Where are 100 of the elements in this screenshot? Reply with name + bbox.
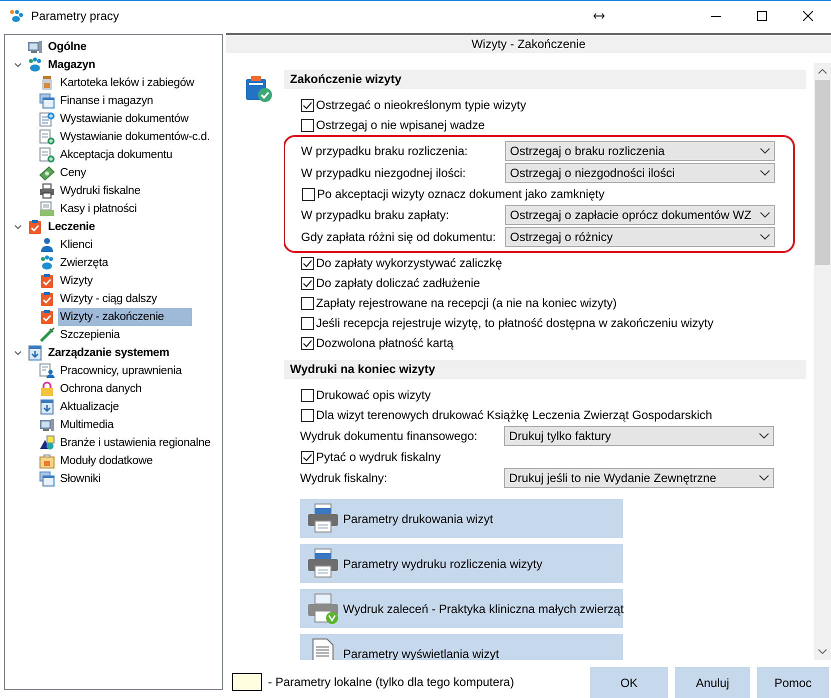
tree-item[interactable]: Wizyty - ciąg dalszy [58,290,159,308]
field-label: W przypadku braku rozliczenia: [301,143,469,160]
printer-check-icon [307,592,339,624]
tree-item[interactable]: Klienci [58,236,94,254]
chevron-down-icon [759,433,769,439]
windows-icon [39,93,55,109]
checkbox-label: Jeśli recepcja rejestruje wizytę, to płatność dostępna w zakończeniu wizyty [316,315,714,332]
chevron-down-icon [760,148,770,154]
tree-item[interactable]: Słowniki [58,470,103,488]
dropdown[interactable]: Ostrzegaj o niezgodności ilości [505,163,775,183]
tree-item[interactable]: Wizyty [58,272,95,290]
chevron-down-icon[interactable] [14,349,22,357]
checkbox-label: Pytać o wydruk fiskalny [316,449,441,466]
page-title-bar: Wizyty - Zakończenie [226,33,831,53]
action-button[interactable]: Wydruk zaleceń - Praktyka kliniczna małych zwierząt [300,589,623,628]
printer-icon [307,502,339,534]
document-plus-icon [39,147,55,163]
person-icon [39,237,55,253]
chevron-down-icon[interactable] [14,61,22,69]
tree-item[interactable]: Magazyn [46,56,98,74]
tree-item[interactable]: Kartoteka leków i zabiegów [58,74,196,92]
tree-item[interactable]: Aktualizacje [58,398,121,416]
monitor-icon [39,417,55,433]
tree-item[interactable]: Multimedia [58,416,116,434]
tree-item[interactable]: Wystawianie dokumentów-c.d. [58,128,212,146]
checkbox[interactable] [301,118,314,132]
checkbox-label: Do zapłaty doliczać zadłużenie [316,275,480,292]
checkbox[interactable] [301,316,314,330]
dropdown[interactable]: Ostrzegaj o różnicy [505,227,775,247]
checkbox-label: Drukować opis wizyty [316,387,431,404]
window-title: Parametry pracy [31,8,120,25]
field-label: W przypadku braku zapłaty: [301,207,450,224]
scroll-down-icon [818,649,827,654]
clipboard-check-icon [39,291,55,307]
section-header: Wydruki na koniec wizyty [284,360,806,379]
resize-icon [593,12,605,20]
field-label: W przypadku niezgodnej ilości: [301,165,467,182]
field-label: Wydruk fiskalny: [300,470,388,487]
paw-icon [8,9,24,23]
tree-item[interactable]: Akceptacja dokumentu [58,146,174,164]
checkbox[interactable] [301,408,314,422]
dropdown[interactable]: Ostrzegaj o braku rozliczenia [505,141,775,161]
checkbox-label: Dozwolona płatność kartą [316,335,454,352]
user-document-icon [39,363,55,379]
clipboard-check-icon [27,219,43,235]
lock-icon [39,381,55,397]
checkbox[interactable] [301,98,314,112]
package-icon [39,453,55,469]
field-label: Wydruk dokumentu finansowego: [300,428,478,445]
chevron-down-icon [760,212,770,218]
checkbox[interactable] [301,450,314,464]
tree-item[interactable]: Ceny [58,164,88,182]
windows-icon [39,471,55,487]
download-window-icon [39,399,55,415]
field-label: Gdy zapłata różni się od dokumentu: [301,229,497,246]
checkbox[interactable] [302,188,315,200]
chevron-down-icon[interactable] [14,223,22,231]
syringe-icon [39,327,55,343]
scroll-up-icon [818,69,827,74]
checkbox[interactable] [301,256,314,270]
checkbox[interactable] [301,296,314,310]
checkbox-label: Po akceptacji wizyty oznacz dokument jako zamknięty [317,186,604,203]
tree-item[interactable]: Moduły dodatkowe [58,452,155,470]
action-button[interactable]: Parametry wyświetlania wizyt [300,634,623,660]
scrollbar[interactable] [814,63,831,660]
tree-item[interactable]: Ochrona danych [58,380,144,398]
checkbox-label: Zapłaty rejestrowane na recepcji (a nie na koniec wizyty) [316,295,617,312]
checkbox-label: Ostrzegaj o nie wpisanej wadze [316,117,485,134]
tree-item[interactable]: Zwierzęta [58,254,110,272]
maximize-icon [757,11,767,21]
action-button[interactable]: Parametry wydruku rozliczenia wizyty [300,544,623,583]
clipboard-check-icon [245,75,273,103]
tree-item[interactable]: Kasy i płatności [58,200,139,218]
tree-item[interactable]: Pracownicy, uprawnienia [58,362,184,380]
tree-item[interactable]: Finanse i magazyn [58,92,156,110]
dialog-button[interactable]: Pomoc [757,667,829,698]
tree-item[interactable]: Wydruki fiskalne [58,182,142,200]
tree-item[interactable]: Branże i ustawienia regionalne [58,434,213,452]
dropdown[interactable]: Drukuj tylko faktury [504,426,774,446]
action-button[interactable]: Parametry drukowania wizyt [300,499,623,538]
dialog-button[interactable]: OK [590,667,668,698]
chevron-down-icon [760,234,770,240]
jar-icon [39,75,55,91]
tree-item[interactable]: Ogólne [46,38,88,56]
legend-text: - Parametry lokalne (tylko dla tego komputera) [268,674,514,690]
tree-item[interactable]: Wizyty - zakończenie [58,308,192,326]
checkbox[interactable] [301,388,314,402]
clipboard-check-icon [39,273,55,289]
checkbox[interactable] [301,276,314,290]
tree-item[interactable]: Wystawianie dokumentów [58,110,190,128]
dropdown[interactable]: Ostrzegaj o zapłacie oprócz dokumentów WZ [505,205,775,225]
document-plus-icon [39,129,55,145]
tree-item[interactable]: Zarządzanie systemem [46,344,172,362]
printer-icon [307,548,339,580]
tree-item[interactable]: Leczenie [46,218,97,236]
dropdown[interactable]: Drukuj jeśli to nie Wydanie Zewnętrzne [504,468,774,488]
dialog-button[interactable]: Anuluj [675,667,750,698]
chevron-down-icon [759,475,769,481]
checkbox[interactable] [301,336,314,350]
tree-item[interactable]: Szczepienia [58,326,122,344]
